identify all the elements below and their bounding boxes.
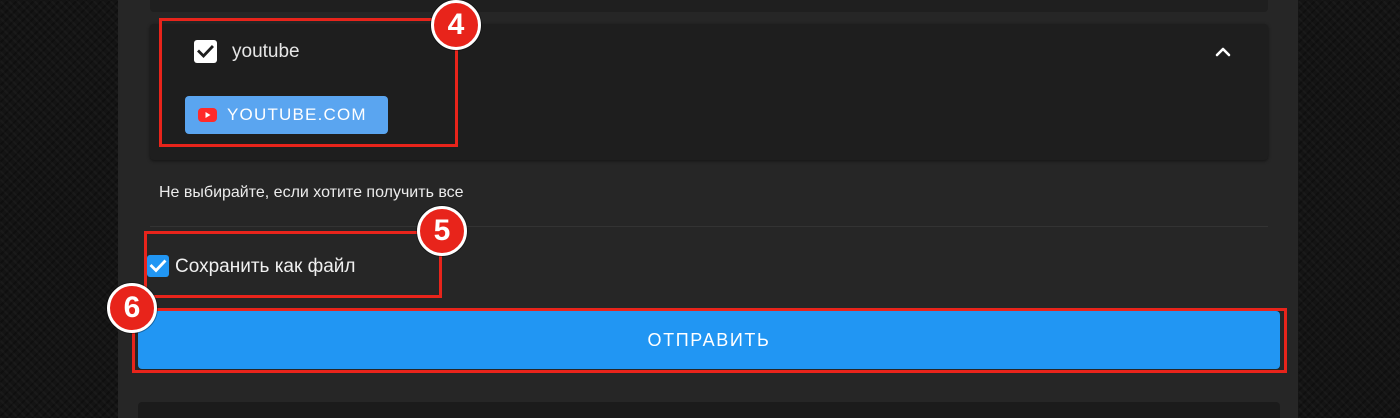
next-section-edge (138, 402, 1280, 418)
annotation-badge-5: 5 (417, 206, 467, 256)
annotation-badge-4: 4 (431, 0, 481, 50)
accordion-toggle-button[interactable] (1210, 40, 1236, 64)
annotation-box-6 (132, 308, 1287, 373)
divider (150, 226, 1268, 227)
chevron-up-icon (1215, 47, 1231, 57)
annotation-box-5 (144, 231, 442, 298)
annotation-badge-6: 6 (107, 283, 157, 333)
annotation-box-4 (159, 18, 458, 147)
filter-hint-text: Не выбирайте, если хотите получить все (159, 184, 464, 201)
previous-section-edge (150, 0, 1268, 12)
